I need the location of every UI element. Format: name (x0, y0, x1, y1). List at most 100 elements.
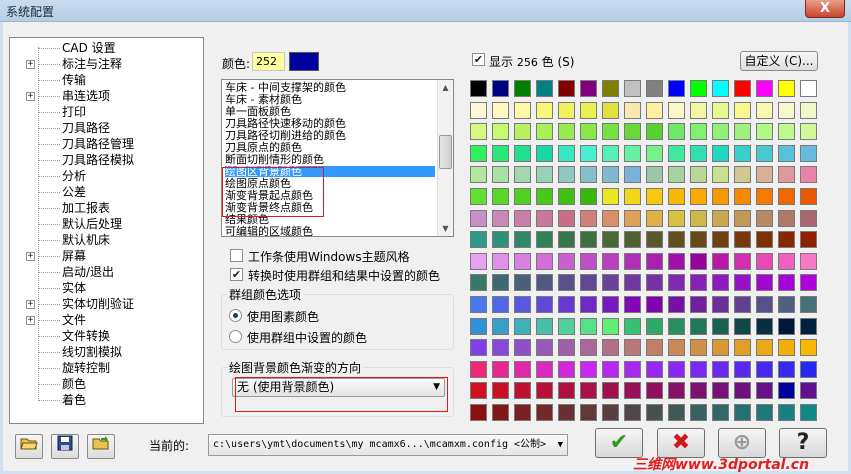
palette-color-cell[interactable] (756, 339, 773, 357)
palette-color-cell[interactable] (756, 360, 773, 378)
palette-color-cell[interactable] (602, 360, 619, 378)
color-list-item[interactable]: 车床 - 中间支撑架的颜色 (225, 82, 435, 93)
convert-colors-checkbox[interactable]: ✔ (230, 268, 243, 281)
palette-color-cell[interactable] (558, 166, 575, 184)
color-list-item[interactable]: 刀具原点的颜色 (225, 142, 435, 153)
palette-color-cell[interactable] (558, 144, 575, 162)
color-item-list[interactable]: ▲ ▼ 车床 - 中间支撑架的颜色 车床 - 素材颜色 单一面板颜色 刀具路径快速移动… (221, 79, 454, 237)
palette-color-cell[interactable] (492, 360, 509, 378)
palette-color-cell[interactable] (624, 360, 641, 378)
palette-color-cell[interactable] (646, 80, 663, 97)
palette-color-cell[interactable] (734, 209, 751, 227)
palette-color-cell[interactable] (580, 317, 597, 335)
tree-item[interactable]: 加工报表 (10, 200, 200, 216)
palette-color-cell[interactable] (470, 101, 487, 119)
palette-color-cell[interactable] (668, 209, 685, 227)
palette-color-cell[interactable] (756, 404, 773, 421)
palette-color-cell[interactable] (536, 209, 553, 227)
palette-color-cell[interactable] (778, 101, 795, 119)
palette-color-cell[interactable] (624, 252, 641, 270)
palette-color-cell[interactable] (756, 252, 773, 270)
palette-color-cell[interactable] (558, 339, 575, 357)
palette-color-cell[interactable] (646, 274, 663, 292)
palette-color-cell[interactable] (756, 188, 773, 205)
palette-color-cell[interactable] (624, 296, 641, 313)
palette-color-cell[interactable] (646, 252, 663, 270)
palette-color-cell[interactable] (800, 317, 817, 335)
current-config-dropdown[interactable]: c:\users\ymt\documents\my mcamx6...\mcam… (208, 434, 568, 456)
palette-color-cell[interactable] (624, 123, 641, 141)
palette-color-cell[interactable] (646, 317, 663, 335)
expand-icon[interactable]: + (26, 60, 35, 69)
palette-color-cell[interactable] (778, 209, 795, 227)
tree-item[interactable]: + 标注与注释 (10, 56, 200, 72)
palette-color-cell[interactable] (624, 80, 641, 97)
palette-color-cell[interactable] (492, 339, 509, 357)
scroll-thumb[interactable] (439, 135, 452, 169)
palette-color-cell[interactable] (536, 231, 553, 249)
palette-color-cell[interactable] (712, 188, 729, 205)
color-list-item[interactable]: 可编辑的区域颜色 (225, 226, 435, 236)
palette-color-cell[interactable] (800, 382, 817, 400)
palette-color-cell[interactable] (580, 188, 597, 205)
palette-color-cell[interactable] (690, 382, 707, 400)
palette-color-cell[interactable] (734, 101, 751, 119)
palette-color-cell[interactable] (470, 231, 487, 249)
palette-color-cell[interactable] (514, 231, 531, 249)
palette-color-cell[interactable] (624, 101, 641, 119)
palette-color-cell[interactable] (668, 382, 685, 400)
palette-color-cell[interactable] (558, 404, 575, 421)
color-list-item[interactable]: 断面切削情形的颜色 (225, 154, 435, 165)
palette-color-cell[interactable] (646, 209, 663, 227)
palette-color-cell[interactable] (734, 339, 751, 357)
tree-item[interactable]: 文件转换 (10, 328, 200, 344)
palette-color-cell[interactable] (602, 123, 619, 141)
scroll-up-icon[interactable]: ▲ (438, 80, 453, 95)
palette-color-cell[interactable] (580, 166, 597, 184)
palette-color-cell[interactable] (536, 296, 553, 313)
current-color-swatch[interactable] (289, 52, 319, 71)
palette-color-cell[interactable] (646, 382, 663, 400)
palette-color-cell[interactable] (470, 317, 487, 335)
palette-color-cell[interactable] (778, 252, 795, 270)
palette-color-cell[interactable] (800, 144, 817, 162)
palette-color-cell[interactable] (492, 166, 509, 184)
palette-color-cell[interactable] (602, 101, 619, 119)
palette-color-cell[interactable] (536, 252, 553, 270)
palette-color-cell[interactable] (492, 80, 509, 97)
palette-color-cell[interactable] (470, 274, 487, 292)
palette-color-cell[interactable] (580, 339, 597, 357)
palette-color-cell[interactable] (580, 144, 597, 162)
palette-color-cell[interactable] (580, 274, 597, 292)
palette-color-cell[interactable] (536, 188, 553, 205)
palette-color-cell[interactable] (690, 404, 707, 421)
palette-color-cell[interactable] (690, 231, 707, 249)
palette-color-cell[interactable] (668, 296, 685, 313)
palette-color-cell[interactable] (800, 123, 817, 141)
palette-color-cell[interactable] (734, 404, 751, 421)
palette-color-cell[interactable] (536, 123, 553, 141)
palette-color-cell[interactable] (668, 188, 685, 205)
palette-color-cell[interactable] (536, 101, 553, 119)
palette-color-cell[interactable] (800, 360, 817, 378)
palette-color-cell[interactable] (712, 166, 729, 184)
palette-color-cell[interactable] (778, 80, 795, 97)
color-list-item[interactable]: 绘图原点颜色 (225, 178, 435, 189)
palette-color-cell[interactable] (778, 144, 795, 162)
palette-color-cell[interactable] (712, 209, 729, 227)
expand-icon[interactable]: + (26, 92, 35, 101)
tree-item[interactable]: 分析 (10, 168, 200, 184)
tree-item[interactable]: 打印 (10, 104, 200, 120)
palette-color-cell[interactable] (756, 144, 773, 162)
palette-color-cell[interactable] (712, 101, 729, 119)
palette-color-cell[interactable] (514, 123, 531, 141)
palette-color-cell[interactable] (558, 274, 575, 292)
gradient-direction-dropdown[interactable]: 无 (使用背景颜色) ▼ (232, 378, 445, 397)
open-config-button[interactable] (15, 434, 43, 459)
palette-color-cell[interactable] (492, 317, 509, 335)
palette-color-cell[interactable] (734, 360, 751, 378)
palette-color-cell[interactable] (734, 252, 751, 270)
palette-color-cell[interactable] (514, 188, 531, 205)
palette-color-cell[interactable] (470, 144, 487, 162)
palette-color-cell[interactable] (602, 80, 619, 97)
